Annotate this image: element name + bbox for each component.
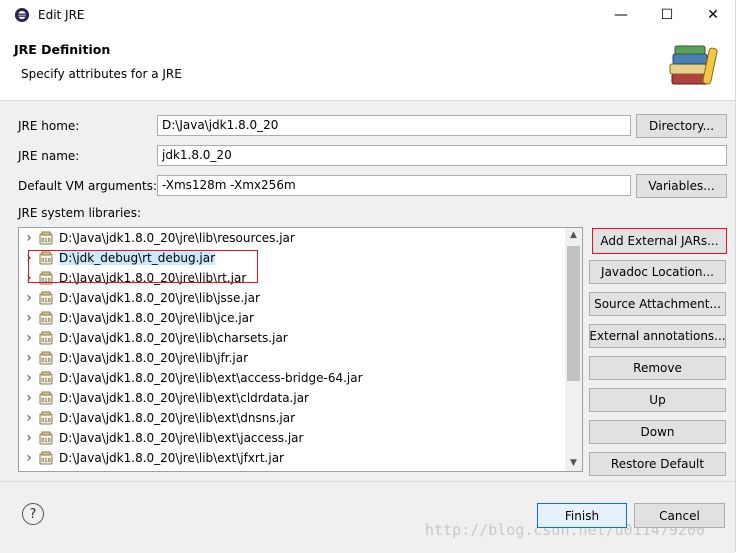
svg-text:010: 010 xyxy=(41,338,51,344)
expand-chevron-icon[interactable]: › xyxy=(19,330,39,346)
jar-icon: 010 xyxy=(39,351,53,365)
library-path: D:\Java\jdk1.8.0_20\jre\lib\ext\cldrdata… xyxy=(59,391,309,405)
expand-chevron-icon[interactable]: › xyxy=(19,370,39,386)
jar-icon: 010 xyxy=(39,371,53,385)
header-subtitle: Specify attributes for a JRE xyxy=(21,67,182,81)
expand-chevron-icon[interactable]: › xyxy=(19,450,39,466)
header-title: JRE Definition xyxy=(14,42,111,57)
jar-icon: 010 xyxy=(39,311,53,325)
add-external-jars-button[interactable]: Add External JARs... xyxy=(592,228,727,254)
library-path: D:\Java\jdk1.8.0_20\jre\lib\ext\dnsns.ja… xyxy=(59,411,296,425)
jar-icon: 010 xyxy=(39,231,53,245)
expand-chevron-icon[interactable]: › xyxy=(19,290,39,306)
restore-default-button[interactable]: Restore Default xyxy=(589,452,726,476)
expand-chevron-icon[interactable]: › xyxy=(19,470,39,471)
library-path: D:\Java\jdk1.8.0_20\jre\lib\rt.jar xyxy=(59,271,247,285)
close-button[interactable]: ✕ xyxy=(690,0,736,30)
library-path: D:\Java\jdk1.8.0_20\jre\lib\ext\localeda… xyxy=(59,471,322,472)
expand-chevron-icon[interactable]: › xyxy=(19,270,39,286)
library-row[interactable]: › 010 D:\Java\jdk1.8.0_20\jre\lib\ext\cldr… xyxy=(19,388,309,408)
jar-icon: 010 xyxy=(39,291,53,305)
dialog-header xyxy=(0,30,735,101)
svg-text:010: 010 xyxy=(41,278,51,284)
library-row[interactable]: › 010 D:\Java\jdk1.8.0_20\jre\lib\jce.jar xyxy=(19,308,254,328)
expand-chevron-icon[interactable]: › xyxy=(19,430,39,446)
jar-icon: 010 xyxy=(39,251,53,265)
scroll-down-icon[interactable]: ▼ xyxy=(567,458,580,472)
minimize-button[interactable]: — xyxy=(598,0,644,30)
library-row[interactable]: › 010 D:\Java\jdk1.8.0_20\jre\lib\resource… xyxy=(19,228,295,248)
scroll-thumb[interactable] xyxy=(567,246,580,381)
library-path: D:\Java\jdk1.8.0_20\jre\lib\jce.jar xyxy=(59,311,254,325)
expand-chevron-icon[interactable]: › xyxy=(19,250,39,266)
jar-icon: 010 xyxy=(39,271,53,285)
javadoc-location-button[interactable]: Javadoc Location... xyxy=(589,260,726,284)
svg-text:010: 010 xyxy=(41,238,51,244)
jar-icon: 010 xyxy=(39,391,53,405)
library-row[interactable]: › 010 D:\Java\jdk1.8.0_20\jre\lib\ext\acce… xyxy=(19,368,363,388)
expand-chevron-icon[interactable]: › xyxy=(19,350,39,366)
library-path: D:\Java\jdk1.8.0_20\jre\lib\resources.ja… xyxy=(59,231,295,245)
library-row[interactable]: › 010 D:\jdk_debug\rt_debug.jar xyxy=(19,248,216,268)
down-button[interactable]: Down xyxy=(589,420,726,444)
svg-text:010: 010 xyxy=(41,358,51,364)
jre-name-field[interactable]: jdk1.8.0_20 xyxy=(157,145,727,166)
library-row[interactable]: › 010 D:\Java\jdk1.8.0_20\jre\lib\ext\jacc… xyxy=(19,428,303,448)
library-path: D:\Java\jdk1.8.0_20\jre\lib\jsse.jar xyxy=(59,291,260,305)
library-row[interactable]: › 010 D:\Java\jdk1.8.0_20\jre\lib\jfr.jar xyxy=(19,348,248,368)
variables-button[interactable]: Variables... xyxy=(636,174,727,198)
library-list[interactable]: › 010 D:\Java\jdk1.8.0_20\jre\lib\resource… xyxy=(18,227,583,472)
scroll-up-icon[interactable]: ▲ xyxy=(567,230,580,244)
background-editor-strip xyxy=(735,0,745,552)
cancel-button[interactable]: Cancel xyxy=(634,503,725,528)
jar-icon: 010 xyxy=(39,451,53,465)
jre-home-field[interactable]: D:\Java\jdk1.8.0_20 xyxy=(157,115,631,136)
library-row[interactable]: › 010 D:\Java\jdk1.8.0_20\jre\lib\ext\dnsn… xyxy=(19,408,295,428)
library-path: D:\Java\jdk1.8.0_20\jre\lib\ext\jaccess.… xyxy=(59,431,304,445)
library-path: D:\jdk_debug\rt_debug.jar xyxy=(59,251,216,265)
expand-chevron-icon[interactable]: › xyxy=(19,230,39,246)
library-path: D:\Java\jdk1.8.0_20\jre\lib\jfr.jar xyxy=(59,351,249,365)
jre-books-icon xyxy=(666,42,722,88)
eclipse-icon xyxy=(14,7,30,23)
expand-chevron-icon[interactable]: › xyxy=(19,310,39,326)
jar-icon: 010 xyxy=(39,431,53,445)
jar-icon: 010 xyxy=(39,471,53,472)
remove-button[interactable]: Remove xyxy=(589,356,726,380)
library-row[interactable]: › 010 D:\Java\jdk1.8.0_20\jre\lib\ext\jfxr… xyxy=(19,448,284,468)
system-libraries-label: JRE system libraries: xyxy=(18,206,141,220)
source-attachment-button[interactable]: Source Attachment... xyxy=(589,292,726,316)
expand-chevron-icon[interactable]: › xyxy=(19,390,39,406)
svg-text:010: 010 xyxy=(41,458,51,464)
library-row[interactable]: ›010 D:\Java\jdk1.8.0_20\jre\lib\ext\loca… xyxy=(19,468,322,472)
jre-home-label: JRE home: xyxy=(18,119,80,133)
svg-text:010: 010 xyxy=(41,418,51,424)
svg-text:010: 010 xyxy=(41,298,51,304)
library-row[interactable]: › 010 D:\Java\jdk1.8.0_20\jre\lib\jsse.jar xyxy=(19,288,260,308)
expand-chevron-icon[interactable]: › xyxy=(19,410,39,426)
vm-args-label: Default VM arguments: xyxy=(18,179,158,193)
library-path: D:\Java\jdk1.8.0_20\jre\lib\ext\access-b… xyxy=(59,371,363,385)
finish-button[interactable]: Finish xyxy=(537,503,627,528)
svg-text:010: 010 xyxy=(41,398,51,404)
svg-text:010: 010 xyxy=(41,378,51,384)
library-row[interactable]: › 010 D:\Java\jdk1.8.0_20\jre\lib\charsets… xyxy=(19,328,288,348)
library-path: D:\Java\jdk1.8.0_20\jre\lib\charsets.jar xyxy=(59,331,288,345)
external-annotations-button[interactable]: External annotations... xyxy=(589,324,726,348)
help-icon[interactable]: ? xyxy=(22,503,44,525)
jar-icon: 010 xyxy=(39,331,53,345)
window-title: Edit JRE xyxy=(38,8,85,22)
directory-button[interactable]: Directory... xyxy=(636,114,727,138)
vm-args-field[interactable]: -Xms128m -Xmx256m xyxy=(157,175,631,196)
up-button[interactable]: Up xyxy=(589,388,726,412)
library-row[interactable]: › 010 D:\Java\jdk1.8.0_20\jre\lib\rt.jar xyxy=(19,268,246,288)
jre-name-label: JRE name: xyxy=(18,149,80,163)
library-path: D:\Java\jdk1.8.0_20\jre\lib\ext\jfxrt.ja… xyxy=(59,451,284,465)
maximize-button[interactable]: ☐ xyxy=(644,0,690,30)
jar-icon: 010 xyxy=(39,411,53,425)
svg-text:010: 010 xyxy=(41,318,51,324)
svg-text:010: 010 xyxy=(41,438,51,444)
svg-text:010: 010 xyxy=(41,258,51,264)
